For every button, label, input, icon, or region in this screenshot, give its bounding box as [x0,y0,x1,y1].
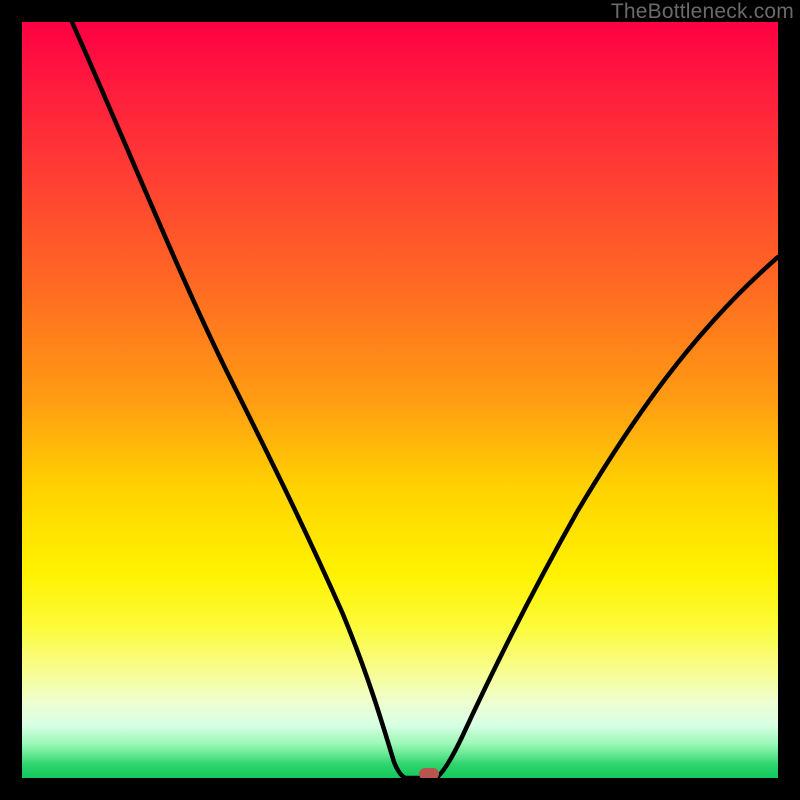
plot-area [22,22,778,778]
chart-frame: TheBottleneck.com [0,0,800,800]
minimum-marker [419,768,439,778]
bottleneck-curve [72,22,778,778]
watermark-text: TheBottleneck.com [611,0,794,24]
curve-svg [22,22,778,778]
